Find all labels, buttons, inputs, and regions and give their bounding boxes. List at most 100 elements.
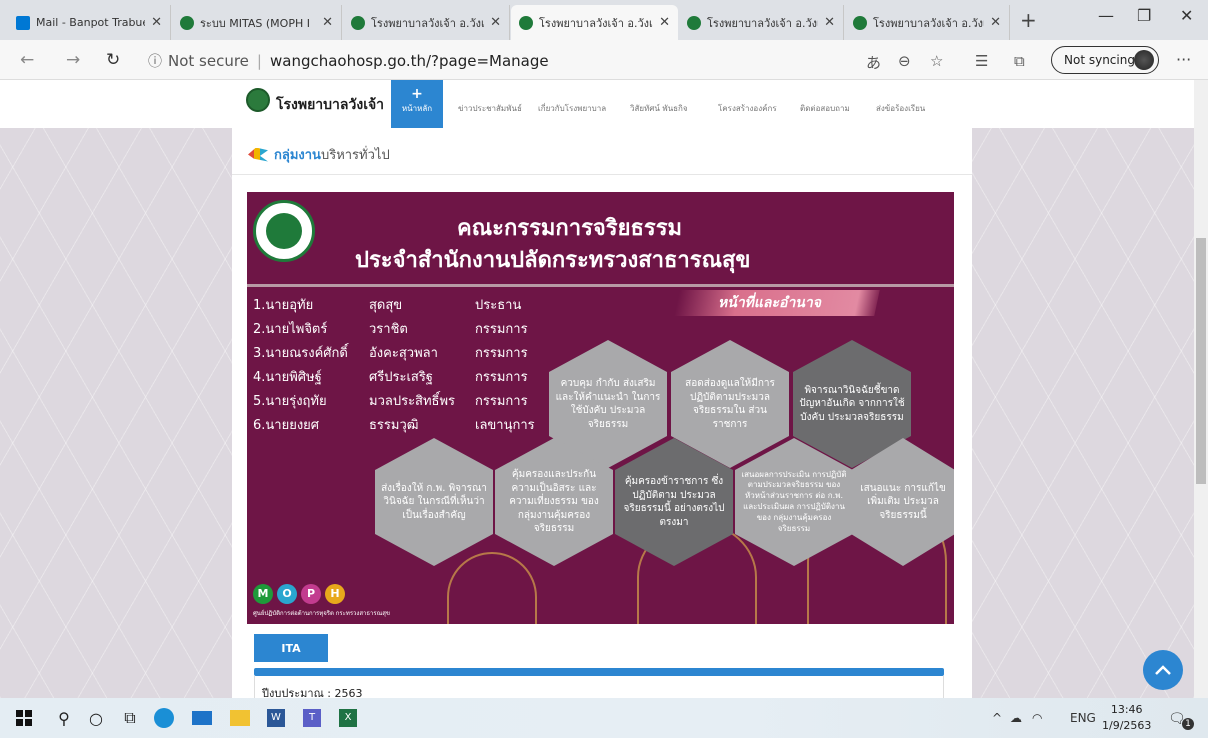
menu-about[interactable]: เกี่ยวกับโรงพยาบาล [538,102,606,115]
member-surname: ศรีประเสริฐ [369,370,433,385]
member-role: เลขานุการ [475,418,535,433]
mophi-o-icon: O [277,584,297,604]
tab-bar: Mail - Banpot Trabue ✕ ระบบ MITAS (MOPH … [0,0,1208,40]
back-icon[interactable]: ← [20,50,34,70]
site-name[interactable]: โรงพยาบาลวังเจ้า [276,94,384,116]
read-aloud-icon[interactable]: あ [866,52,881,73]
collections-icon[interactable]: ⧉ [1014,52,1025,70]
security-label: Not secure [168,52,249,70]
menu-complaint[interactable]: ส่งข้อร้องเรียน [876,102,925,115]
wifi-icon[interactable]: ◠ [1032,711,1042,725]
favorite-star-icon[interactable]: ☆ [930,52,943,70]
ita-button[interactable]: ITA [254,634,328,662]
scrollbar-thumb[interactable] [1196,238,1206,484]
poster-title-line1: คณะกรรมการจริยธรรม [457,215,683,241]
moph-icon [519,15,533,30]
onedrive-icon[interactable]: ☁ [1010,711,1022,725]
tab-title: โรงพยาบาลวังเจ้า อ.วังเจ้ [707,16,819,30]
forward-icon[interactable]: → [66,50,80,70]
menu-vision[interactable]: วิสัยทัศน์ พันธกิจ [630,102,688,115]
member-name: 6.นายยงยศ [253,418,320,433]
search-icon[interactable]: ⚲ [52,706,76,730]
close-icon[interactable]: ✕ [659,15,670,30]
tab-hospital-3[interactable]: โรงพยาบาลวังเจ้า อ.วังเจ้ ✕ [679,5,844,40]
excel-icon[interactable]: X [336,706,360,730]
mophi-p-icon: P [301,584,321,604]
ita-header-bar [254,668,944,676]
favorites-list-icon[interactable]: ☰ [975,52,988,70]
close-icon[interactable]: ✕ [824,15,835,30]
web-page: โรงพยาบาลวังเจ้า + หน้าหลัก ข่าวประชาสัม… [0,80,1194,698]
duties-banner: หน้าที่และอำนาจ [674,290,880,316]
member-name: 4.นายพิศิษฐ์ [253,370,322,385]
word-icon[interactable]: W [264,706,288,730]
member-name: 2.นายไพจิตร์ [253,322,328,337]
section-title: กลุ่มงาน บริหารทั่วไป [248,144,390,165]
member-surname: อังคะสุวพลา [369,346,438,361]
member-role: กรรมการ [475,394,528,409]
clock[interactable]: 13:46 1/9/2563 [1102,702,1151,734]
mophi-h-icon: H [325,584,345,604]
menu-contact[interactable]: ติดต่อสอบถาม [800,102,850,115]
info-icon[interactable]: ⓘ [148,51,162,71]
ethics-committee-poster: คณะกรรมการจริยธรรม ประจำสำนักงานปลัดกระท… [247,192,954,624]
edge-icon[interactable] [152,706,176,730]
plus-icon: + [411,86,423,102]
mail-icon[interactable] [190,706,214,730]
teams-icon[interactable]: T [300,706,324,730]
tab-hospital-active[interactable]: โรงพยาบาลวังเจ้า อ.วังเจ้ ✕ [511,5,678,40]
tab-title: โรงพยาบาลวังเจ้า อ.วังเจ้ [539,16,654,30]
member-name: 1.นายอุทัย [253,298,314,313]
section-title-bold: กลุ่มงาน [274,148,321,163]
address-separator: | [256,52,262,70]
fiscal-year: ปีงบประมาณ : 2563 [262,687,363,698]
close-icon[interactable]: ✕ [990,15,1001,30]
close-icon[interactable]: ✕ [151,15,162,30]
language-indicator[interactable]: ENG [1070,711,1096,725]
divider [232,174,972,175]
tab-hospital-1[interactable]: โรงพยาบาลวังเจ้า อ.วังเจ้ ✕ [343,5,510,40]
mophi-values: M O P H [253,584,345,604]
hospital-logo-icon[interactable] [246,88,270,112]
content-panel: กลุ่มงาน บริหารทั่วไป คณะกรรมการจริยธรรม… [232,128,972,698]
tab-mail[interactable]: Mail - Banpot Trabue ✕ [8,5,171,40]
member-role: กรรมการ [475,370,528,385]
tab-title: Mail - Banpot Trabue [36,16,146,29]
refresh-icon[interactable]: ↻ [106,50,120,70]
more-icon[interactable]: ··· [1176,50,1191,69]
new-tab-icon[interactable]: + [1020,8,1037,32]
poster-divider [247,284,954,287]
tray-chevron-icon[interactable]: ^ [992,711,1002,725]
windows-start-icon[interactable] [12,706,36,730]
menu-home-label: หน้าหลัก [401,104,433,113]
menu-news[interactable]: ข่าวประชาสัมพันธ์ [458,102,522,115]
cortana-icon[interactable]: ○ [84,706,108,730]
close-icon[interactable]: ✕ [490,15,501,30]
window-close-icon[interactable]: ✕ [1180,6,1193,25]
moph-icon [351,15,365,30]
moph-seal-icon [253,200,315,262]
minimize-icon[interactable]: — [1098,6,1114,25]
task-view-icon[interactable]: ⧉ [118,706,142,730]
close-icon[interactable]: ✕ [322,15,333,30]
member-name: 3.นายณรงค์ศักดิ์ [253,346,348,361]
profile-sync-button[interactable]: Not syncing [1051,46,1159,74]
tab-mitas[interactable]: ระบบ MITAS (MOPH I ✕ [172,5,342,40]
file-explorer-icon[interactable] [228,706,252,730]
scroll-top-button[interactable] [1143,650,1183,690]
poster-footer: ศูนย์ปฏิบัติการต่อต้านการทุจริต กระทรวงส… [253,610,390,617]
menu-home[interactable]: + หน้าหลัก [391,80,443,128]
url-text[interactable]: wangchaohosp.go.th/?page=Manage [270,52,549,70]
tab-title: ระบบ MITAS (MOPH I [200,16,310,30]
menu-structure[interactable]: โครงสร้างองค์กร [718,102,777,115]
member-role: กรรมการ [475,346,528,361]
tab-hospital-4[interactable]: โรงพยาบาลวังเจ้า อ.วังเจ้ ✕ [845,5,1010,40]
member-surname: สุดสุข [369,298,403,313]
site-header: โรงพยาบาลวังเจ้า + หน้าหลัก ข่าวประชาสัม… [0,80,1194,128]
restore-icon[interactable]: ❐ [1137,6,1151,25]
member-surname: วราชิต [369,322,408,337]
zoom-icon[interactable]: ⊖ [898,52,911,70]
clock-date: 1/9/2563 [1102,719,1152,732]
outlook-icon [16,15,30,30]
moph-icon [687,15,701,30]
